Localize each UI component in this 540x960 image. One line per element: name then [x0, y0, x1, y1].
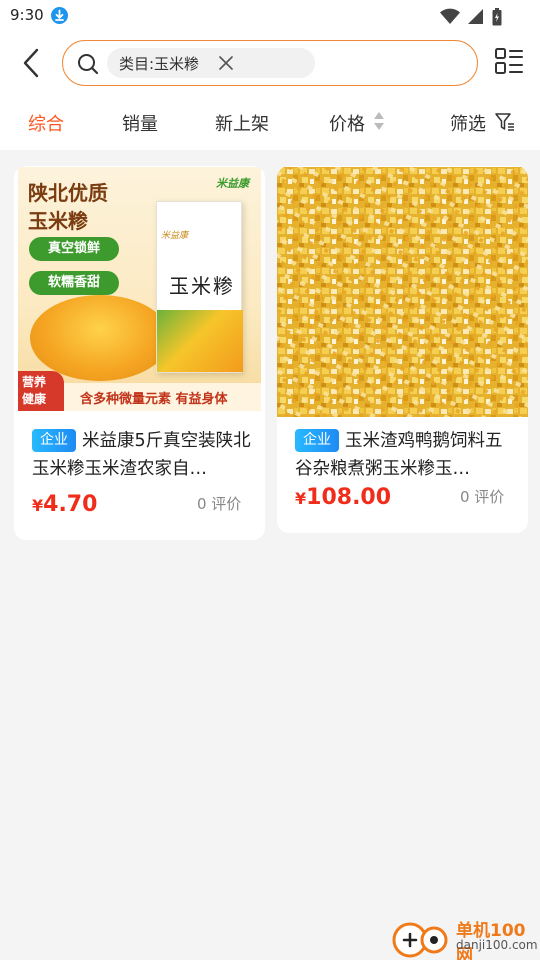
- enterprise-badge: 企业: [32, 429, 76, 452]
- brand-logo: 米益康: [216, 177, 249, 190]
- poster-banner-text: 含多种微量元素 有益身体: [80, 392, 228, 407]
- watermark-url: danji100.com: [456, 938, 538, 952]
- product-image[interactable]: 陕北优质 玉米糁 真空锁鲜 软糯香甜 米益康 米益康 玉米糁 含多种微量元素 有…: [18, 167, 261, 411]
- filter-icon[interactable]: [495, 112, 515, 132]
- poster-title-line2: 玉米糁: [28, 209, 88, 233]
- nutrition-badge-line2: 健康: [22, 392, 47, 406]
- corn-grits-image: [277, 167, 528, 417]
- price-value: 108.00: [306, 485, 392, 510]
- poster-pill: 真空锁鲜: [29, 237, 119, 261]
- layout-toggle-button[interactable]: [494, 46, 524, 78]
- corn-graphic: [157, 310, 243, 372]
- tab-comprehensive[interactable]: 综合: [28, 110, 64, 136]
- currency-symbol: ¥: [295, 489, 307, 508]
- tab-sales[interactable]: 销量: [122, 110, 158, 136]
- system-icons: [428, 8, 508, 26]
- product-title[interactable]: 企业 玉米渣鸡鸭鹅饲料五谷杂粮煮粥玉米糁玉…: [295, 427, 515, 483]
- signal-icon: [468, 9, 483, 24]
- product-card[interactable]: 陕北优质 玉米糁 真空锁鲜 软糯香甜 米益康 米益康 玉米糁 含多种微量元素 有…: [14, 166, 265, 540]
- review-count: 0 评价: [460, 488, 505, 506]
- bag-brand: 米益康: [161, 231, 189, 241]
- product-bag-image: 米益康 玉米糁: [156, 201, 243, 373]
- tab-price[interactable]: 价格: [329, 110, 365, 136]
- watermark-logo-icon: [392, 922, 448, 958]
- price-value: 4.70: [43, 492, 98, 517]
- back-button[interactable]: [14, 44, 50, 82]
- poster-pill: 软糯香甜: [29, 271, 119, 295]
- review-count: 0 评价: [197, 495, 242, 513]
- battery-icon: [492, 8, 502, 26]
- status-bar: 9:30: [0, 0, 540, 34]
- enterprise-badge: 企业: [295, 429, 339, 452]
- search-icon: [78, 54, 99, 75]
- header: 类目:玉米糁: [0, 34, 540, 94]
- status-time: 9:30: [10, 6, 44, 24]
- grain-bowl-image: [30, 295, 170, 381]
- close-icon[interactable]: [219, 56, 233, 70]
- grid-list-icon: [495, 48, 523, 74]
- poster-title-line1: 陕北优质: [28, 181, 108, 205]
- nutrition-badge: 营养 健康: [18, 371, 64, 411]
- product-price: ¥108.00: [295, 485, 391, 510]
- search-tag-text: 类目:玉米糁: [119, 55, 200, 73]
- tab-filter[interactable]: 筛选: [450, 110, 486, 136]
- tab-new-arrivals[interactable]: 新上架: [215, 110, 269, 136]
- sort-bar: 综合 销量 新上架 价格 筛选: [0, 94, 540, 150]
- nutrition-badge-line1: 营养: [22, 375, 47, 389]
- bag-name: 玉米糁: [169, 274, 235, 298]
- product-title[interactable]: 企业 米益康5斤真空装陕北玉米糁玉米渣农家自…: [32, 427, 252, 483]
- wifi-icon: [440, 8, 460, 24]
- watermark: 单机100网 danji100.com: [390, 914, 540, 960]
- sort-arrows-icon: [374, 112, 384, 130]
- download-icon: [51, 7, 68, 24]
- currency-symbol: ¥: [32, 496, 44, 515]
- search-box[interactable]: 类目:玉米糁: [62, 40, 478, 86]
- product-image[interactable]: [277, 167, 528, 417]
- product-price: ¥4.70: [32, 492, 97, 517]
- search-category-tag[interactable]: 类目:玉米糁: [107, 48, 315, 78]
- chevron-left-icon: [23, 48, 39, 78]
